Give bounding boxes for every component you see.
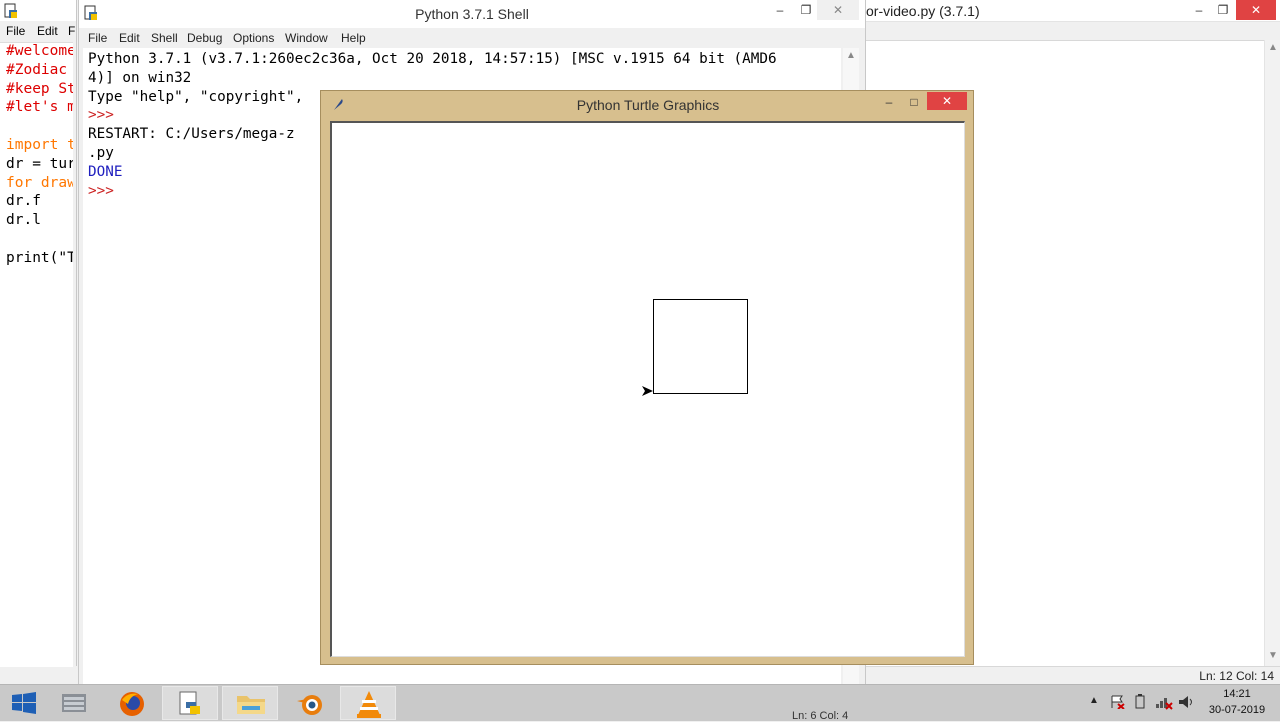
- code-line: dr = tur: [6, 155, 73, 172]
- editor-title: or-video.py (3.7.1): [866, 3, 980, 19]
- taskbar-blender[interactable]: [282, 686, 338, 720]
- shell-menu-options[interactable]: Options: [233, 31, 274, 45]
- editor-status-bar: Ln: 12 Col: 14: [864, 666, 1280, 685]
- turtle-maximize-button[interactable]: □: [899, 93, 929, 111]
- code-line: dr.f: [6, 193, 41, 210]
- tray-volume-icon[interactable]: [1178, 694, 1194, 710]
- clock-time[interactable]: 14:21: [1204, 688, 1270, 700]
- taskbar-firefox[interactable]: [104, 686, 160, 720]
- shell-menubar: File Edit Shell Debug Options Window Hel…: [79, 28, 865, 48]
- shell-menu-shell[interactable]: Shell: [151, 31, 178, 45]
- scroll-down-icon[interactable]: ▼: [1268, 650, 1278, 661]
- shell-menu-help[interactable]: Help: [341, 31, 366, 45]
- shell-line: 4)] on win32: [88, 69, 192, 86]
- shell-line: .py: [88, 145, 114, 161]
- taskbar-server-manager[interactable]: [48, 686, 104, 720]
- code-editor-menubar: File Edit F: [0, 22, 76, 40]
- editor-scrollbar[interactable]: ▲ ▼: [1264, 40, 1280, 667]
- shell-menu-window[interactable]: Window: [285, 31, 328, 45]
- vlc-icon: [357, 691, 381, 718]
- shell-menu-edit[interactable]: Edit: [119, 31, 140, 45]
- clock-date[interactable]: 30-07-2019: [1204, 704, 1270, 716]
- turtle-close-button[interactable]: ✕: [927, 92, 967, 110]
- python-idle-icon: [179, 691, 200, 715]
- code-editor-text[interactable]: #welcome #Zodiac #keep St #let's m import t d…: [0, 42, 73, 667]
- code-editor-title-bar[interactable]: [0, 0, 76, 21]
- tray-flag-icon[interactable]: [1110, 695, 1126, 709]
- code-line: #Zodiac: [6, 61, 68, 78]
- shell-line: DONE: [88, 163, 123, 180]
- code-line: #let's m: [6, 99, 73, 116]
- editor-cursor-position: Ln: 12 Col: 14: [1199, 669, 1274, 683]
- shell-line: Type "help", "copyright",: [88, 88, 304, 105]
- turtle-arrow-icon: [642, 386, 653, 396]
- shell-title: Python 3.7.1 Shell: [415, 6, 529, 22]
- code-editor-window: File Edit F #welcome #Zodiac #keep St #let'…: [0, 0, 77, 667]
- shell-close-button[interactable]: ✕: [817, 0, 859, 20]
- shell-scroll-up-icon[interactable]: ▲: [846, 50, 856, 61]
- menu-edit[interactable]: Edit: [37, 24, 58, 38]
- blender-icon: [297, 695, 322, 715]
- menu-file[interactable]: File: [6, 24, 25, 38]
- code-line: import t: [6, 137, 73, 153]
- shell-line: Python 3.7.1 (v3.7.1:260ec2c36a, Oct 20 …: [88, 51, 777, 67]
- drawn-square: [653, 299, 748, 394]
- firefox-icon: [120, 692, 144, 716]
- tray-network-icon[interactable]: [1155, 694, 1173, 710]
- shell-prompt: >>>: [88, 182, 114, 199]
- shell-cursor-position: Ln: 6 Col: 4: [792, 710, 849, 722]
- editor-close-button[interactable]: ✕: [1236, 0, 1276, 20]
- shell-title-bar[interactable]: Python 3.7.1 Shell – ❐ ✕: [79, 0, 865, 28]
- editor-maximize-button[interactable]: ❐: [1208, 0, 1238, 20]
- turtle-window: Python Turtle Graphics – □ ✕: [320, 90, 974, 665]
- windows-logo-icon: [12, 692, 36, 714]
- tray-power-icon[interactable]: [1133, 694, 1147, 710]
- folder-icon: [237, 696, 265, 714]
- taskbar-vlc[interactable]: [340, 686, 396, 720]
- code-line: #welcome: [6, 43, 73, 59]
- code-line: for draw: [6, 174, 73, 191]
- editor-title-bar[interactable]: or-video.py (3.7.1) – ❐ ✕: [864, 0, 1280, 22]
- tray-show-hidden-icon[interactable]: ▲: [1089, 695, 1099, 706]
- server-manager-icon: [62, 694, 86, 712]
- code-line: dr.l: [6, 212, 41, 229]
- shell-prompt: >>>: [88, 107, 114, 124]
- idle-file-icon: [4, 3, 17, 18]
- code-line: #keep St: [6, 80, 73, 97]
- shell-menu-debug[interactable]: Debug: [187, 31, 222, 45]
- taskbar: ▲ 14:21 30-07-2019: [0, 684, 1280, 721]
- taskbar-file-explorer[interactable]: [222, 686, 278, 720]
- scroll-up-icon[interactable]: ▲: [1268, 42, 1278, 53]
- shell-line: RESTART: C:/Users/mega-z: [88, 126, 295, 143]
- turtle-canvas[interactable]: [330, 121, 965, 657]
- menu-format[interactable]: F: [68, 24, 75, 38]
- shell-menu-file[interactable]: File: [88, 31, 107, 45]
- code-line: print("T: [6, 249, 73, 266]
- taskbar-python-idle[interactable]: [162, 686, 218, 720]
